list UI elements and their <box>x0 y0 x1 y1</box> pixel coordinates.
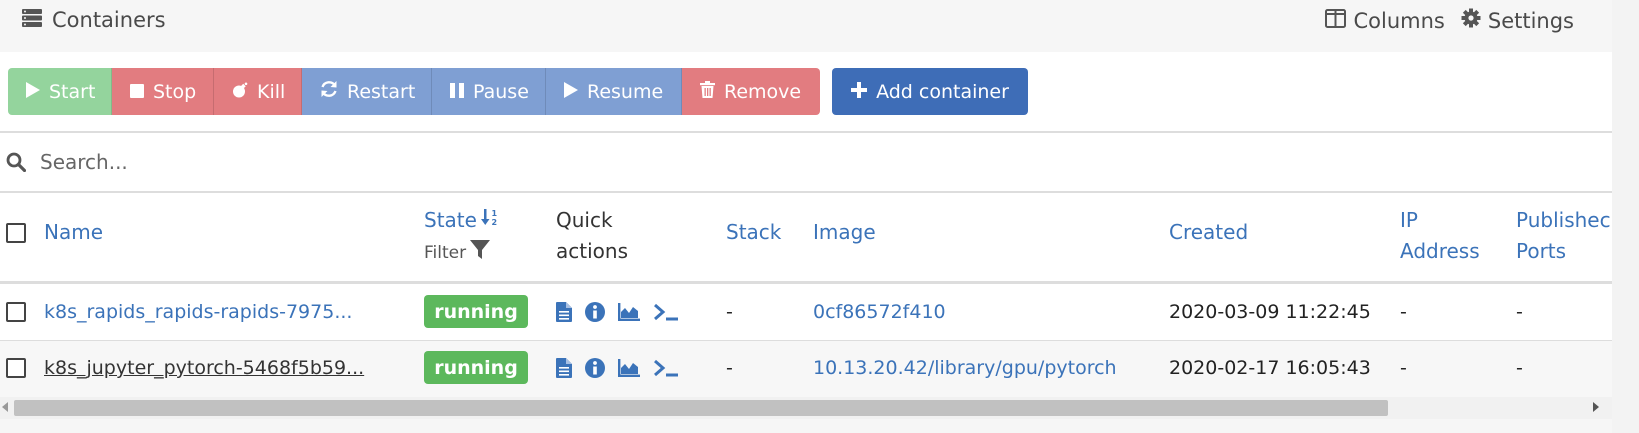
file-icon[interactable] <box>556 358 572 378</box>
status-badge: running <box>424 295 528 328</box>
stop-icon <box>130 81 144 103</box>
stack-value: - <box>726 357 733 379</box>
stop-button[interactable]: Stop <box>112 68 214 115</box>
quick-actions <box>556 302 679 322</box>
sort-icon: 12 <box>480 205 501 236</box>
page-title: Containers <box>22 8 166 32</box>
quick-actions <box>556 358 679 378</box>
search-bar <box>0 133 1612 191</box>
stop-label: Stop <box>153 80 197 103</box>
terminal-icon[interactable] <box>653 303 679 321</box>
column-header-name[interactable]: Name <box>44 217 103 248</box>
row-checkbox[interactable] <box>6 358 26 378</box>
column-header-ip-line1[interactable]: IP <box>1400 205 1418 236</box>
bomb-icon <box>232 81 248 103</box>
container-name-link[interactable]: k8s_rapids_rapids-rapids-7975... <box>44 300 352 324</box>
add-container-button[interactable]: Add container <box>832 68 1028 115</box>
column-header-published-ports-line2[interactable]: Ports <box>1516 236 1566 267</box>
ports-value: - <box>1516 301 1523 323</box>
restart-label: Restart <box>347 80 416 103</box>
play-icon <box>564 81 578 103</box>
select-all-checkbox[interactable] <box>6 223 26 243</box>
created-value: 2020-02-17 16:05:43 <box>1169 357 1371 379</box>
svg-text:1: 1 <box>491 209 497 218</box>
restart-button[interactable]: Restart <box>302 68 432 115</box>
ip-value: - <box>1400 357 1407 379</box>
info-icon[interactable] <box>585 358 605 378</box>
chart-icon[interactable] <box>618 359 640 377</box>
resume-button[interactable]: Resume <box>546 68 682 115</box>
table-header-border <box>0 281 1612 284</box>
page-gutter <box>1612 0 1639 433</box>
settings-button[interactable]: Settings <box>1461 8 1574 33</box>
pause-label: Pause <box>473 80 529 103</box>
refresh-icon <box>320 80 338 103</box>
column-header-quick-actions-line1: Quick <box>556 208 613 232</box>
divider <box>0 191 1612 193</box>
page-title-text: Containers <box>52 8 166 32</box>
start-button[interactable]: Start <box>8 68 112 115</box>
image-link[interactable]: 0cf86572f410 <box>813 300 946 324</box>
row-checkbox[interactable] <box>6 302 26 322</box>
column-header-state-label: State <box>424 208 477 232</box>
container-actions-toolbar: Start Stop Kill Restart Pause Resume Rem… <box>8 68 820 115</box>
columns-button[interactable]: Columns <box>1325 8 1445 33</box>
column-header-state[interactable]: State 12 <box>424 205 501 236</box>
pause-icon <box>450 81 464 103</box>
pause-button[interactable]: Pause <box>432 68 546 115</box>
columns-label: Columns <box>1353 8 1445 33</box>
columns-icon <box>1325 8 1347 33</box>
scrollbar-thumb[interactable] <box>14 400 1388 416</box>
resume-label: Resume <box>587 80 664 103</box>
horizontal-scrollbar[interactable] <box>0 397 1612 419</box>
column-header-published-ports-line1[interactable]: Publishec <box>1516 205 1612 236</box>
container-name-link[interactable]: k8s_jupyter_pytorch-5468f5b59... <box>44 356 364 380</box>
trash-icon <box>700 80 715 103</box>
status-badge: running <box>424 351 528 384</box>
ip-value: - <box>1400 301 1407 323</box>
remove-label: Remove <box>724 80 802 103</box>
terminal-icon[interactable] <box>653 359 679 377</box>
state-filter[interactable]: Filter <box>424 240 491 265</box>
search-input[interactable] <box>38 149 942 175</box>
state-filter-label: Filter <box>424 242 467 263</box>
filter-icon <box>470 240 491 265</box>
list-icon <box>22 8 42 32</box>
containers-header: Containers Columns Settings <box>0 0 1612 52</box>
created-value: 2020-03-09 11:22:45 <box>1169 301 1371 323</box>
image-link[interactable]: 10.13.20.42/library/gpu/pytorch <box>813 356 1117 380</box>
chart-icon[interactable] <box>618 303 640 321</box>
column-header-quick-actions-line2: actions <box>556 239 628 263</box>
remove-button[interactable]: Remove <box>682 68 820 115</box>
svg-text:2: 2 <box>491 218 497 227</box>
gear-icon <box>1461 8 1481 33</box>
column-header-stack[interactable]: Stack <box>726 217 781 248</box>
add-container-label: Add container <box>876 80 1009 103</box>
ports-value: - <box>1516 357 1523 379</box>
column-header-image[interactable]: Image <box>813 217 876 248</box>
stack-value: - <box>726 301 733 323</box>
column-header-ip-line2[interactable]: Address <box>1400 236 1480 267</box>
column-header-created[interactable]: Created <box>1169 217 1248 248</box>
play-icon <box>26 81 40 103</box>
search-icon <box>6 152 26 172</box>
scroll-right-arrow[interactable] <box>1593 402 1599 412</box>
info-icon[interactable] <box>585 302 605 322</box>
settings-label: Settings <box>1487 8 1574 33</box>
footer-strip <box>0 419 1612 433</box>
kill-button[interactable]: Kill <box>214 68 302 115</box>
start-label: Start <box>49 80 96 103</box>
kill-label: Kill <box>257 80 286 103</box>
file-icon[interactable] <box>556 302 572 322</box>
scroll-left-arrow[interactable] <box>2 402 8 412</box>
plus-icon <box>851 81 868 103</box>
